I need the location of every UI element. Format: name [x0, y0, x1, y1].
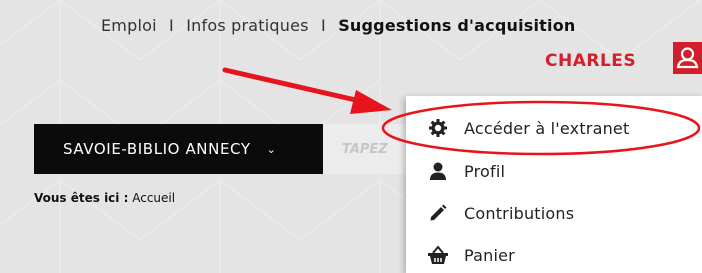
annotation-ellipse [381, 100, 701, 156]
